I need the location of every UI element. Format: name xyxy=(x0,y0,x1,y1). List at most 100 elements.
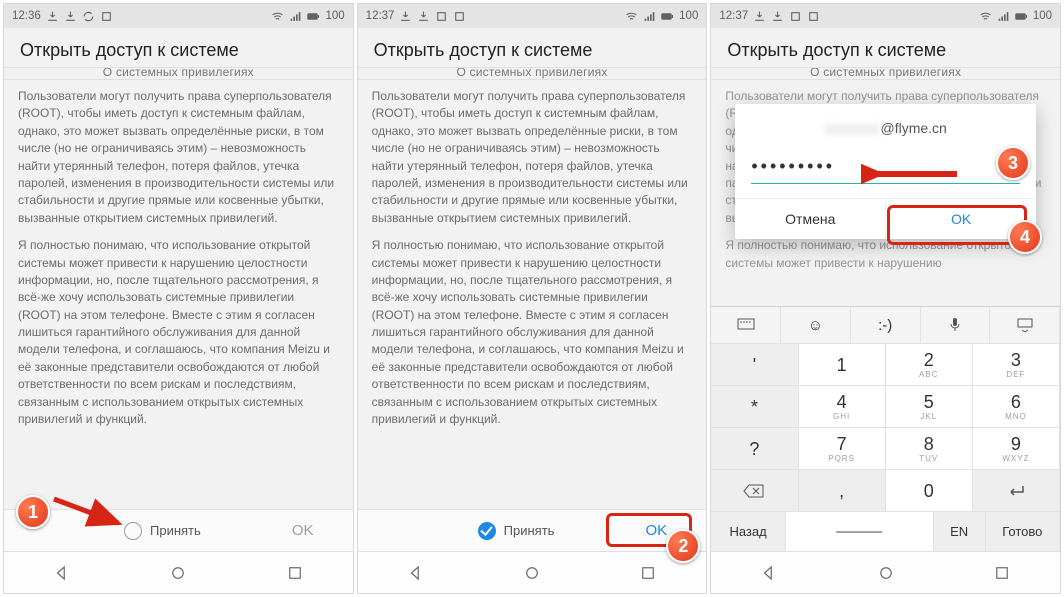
key-enter[interactable] xyxy=(973,469,1060,511)
keyboard-toolbar-emoji-icon[interactable]: ☺ xyxy=(781,307,851,343)
annotation-badge-3: 3 xyxy=(996,146,1030,180)
email-hidden-part: xxxxxxxx xyxy=(825,120,881,136)
battery-percent: 100 xyxy=(679,10,698,22)
box-icon xyxy=(789,10,802,23)
signal-icon xyxy=(643,10,656,23)
phone-screenshot-1: 12:36 100 Открыть доступ к системе О сис… xyxy=(3,3,354,594)
phone-screenshot-3: 12:37 100 Открыть доступ к системе О сис… xyxy=(710,3,1061,594)
download-icon xyxy=(46,10,59,23)
key-space[interactable]: ───── xyxy=(786,511,934,551)
keyboard-toolbar-keyboard-icon[interactable] xyxy=(711,307,781,343)
key-backspace[interactable] xyxy=(711,469,798,511)
download-icon xyxy=(771,10,784,23)
key-back-label[interactable]: Назад xyxy=(711,511,785,551)
key-6[interactable]: 6MNO xyxy=(973,385,1060,427)
box-icon xyxy=(807,10,820,23)
signal-icon xyxy=(289,10,302,23)
dialog-actions: Отмена OK xyxy=(735,198,1036,239)
key-0[interactable]: 0 xyxy=(886,469,973,511)
wifi-icon xyxy=(625,10,638,23)
key-4[interactable]: 4GHI xyxy=(799,385,886,427)
annotation-arrow-3 xyxy=(861,162,961,188)
terms-content: Пользователи могут получить права суперп… xyxy=(358,80,707,509)
ok-button[interactable]: OK xyxy=(253,522,353,539)
clock: 12:36 xyxy=(12,10,41,22)
recent-nav-icon[interactable] xyxy=(286,564,304,582)
back-nav-icon[interactable] xyxy=(760,564,778,582)
key-done[interactable]: Готово xyxy=(986,511,1060,551)
wifi-icon xyxy=(271,10,284,23)
key-1[interactable]: 1 xyxy=(799,343,886,385)
numeric-keyboard: ☺ :-) ' 1 2ABC 3DEF * 4GHI 5JKL 6MNO ? 7… xyxy=(711,306,1060,551)
download-icon xyxy=(417,10,430,23)
accept-label: Принять xyxy=(150,523,201,538)
key-3[interactable]: 3DEF xyxy=(973,343,1060,385)
annotation-arrow-1 xyxy=(50,493,130,531)
signal-icon xyxy=(997,10,1010,23)
clock: 12:37 xyxy=(366,10,395,22)
page-title: Открыть доступ к системе xyxy=(711,28,1060,68)
keyboard-toolbar-mic-icon[interactable] xyxy=(921,307,991,343)
account-email: xxxxxxxx@flyme.cn xyxy=(735,118,1036,146)
key-asterisk[interactable]: * xyxy=(711,385,798,427)
download-icon xyxy=(399,10,412,23)
key-apostrophe[interactable]: ' xyxy=(711,343,798,385)
sync-icon xyxy=(82,10,95,23)
key-5[interactable]: 5JKL xyxy=(886,385,973,427)
download-icon xyxy=(753,10,766,23)
dialog-cancel-button[interactable]: Отмена xyxy=(735,199,886,239)
terms-paragraph-2: Я полностью понимаю, что использование о… xyxy=(372,237,693,428)
keyboard-toolbar: ☺ :-) xyxy=(711,307,1060,343)
key-lang[interactable]: EN xyxy=(934,511,986,551)
battery-icon xyxy=(1015,10,1028,23)
keyboard-toolbar-hide-icon[interactable] xyxy=(990,307,1060,343)
recent-nav-icon[interactable] xyxy=(639,564,657,582)
battery-percent: 100 xyxy=(325,10,344,22)
battery-icon xyxy=(661,10,674,23)
key-9[interactable]: 9WXYZ xyxy=(973,427,1060,469)
terms-content: Пользователи могут получить права суперп… xyxy=(4,80,353,509)
download-icon xyxy=(64,10,77,23)
navigation-bar xyxy=(711,551,1060,593)
keyboard-bottom-row: Назад ───── EN Готово xyxy=(711,511,1060,551)
key-comma[interactable]: , xyxy=(799,469,886,511)
recent-nav-icon[interactable] xyxy=(993,564,1011,582)
back-nav-icon[interactable] xyxy=(53,564,71,582)
phone-screenshot-2: 12:37 100 Открыть доступ к системе О сис… xyxy=(357,3,708,594)
keyboard-toolbar-smiley[interactable]: :-) xyxy=(851,307,921,343)
box-icon xyxy=(453,10,466,23)
clock: 12:37 xyxy=(719,10,748,22)
key-8[interactable]: 8TUV xyxy=(886,427,973,469)
keyboard-grid: ' 1 2ABC 3DEF * 4GHI 5JKL 6MNO ? 7PQRS 8… xyxy=(711,343,1060,511)
terms-paragraph-1: Пользователи могут получить права суперп… xyxy=(372,88,693,227)
accept-label: Принять xyxy=(504,523,555,538)
section-header-cut: О системных привилегиях xyxy=(4,68,353,80)
key-2[interactable]: 2ABC xyxy=(886,343,973,385)
status-bar: 12:37 100 xyxy=(711,4,1060,28)
wifi-icon xyxy=(979,10,992,23)
home-nav-icon[interactable] xyxy=(523,564,541,582)
navigation-bar xyxy=(358,551,707,593)
battery-icon xyxy=(307,10,320,23)
action-bar: Принять OK xyxy=(358,509,707,551)
navigation-bar xyxy=(4,551,353,593)
terms-paragraph-2-short: Я полностью понимаю, что использование о… xyxy=(725,237,1046,272)
status-bar: 12:36 100 xyxy=(4,4,353,28)
section-header-cut: О системных привилегиях xyxy=(358,68,707,80)
page-title: Открыть доступ к системе xyxy=(358,28,707,68)
battery-percent: 100 xyxy=(1033,10,1052,22)
key-7[interactable]: 7PQRS xyxy=(799,427,886,469)
home-nav-icon[interactable] xyxy=(877,564,895,582)
annotation-badge-1: 1 xyxy=(16,495,50,529)
annotation-badge-4: 4 xyxy=(1008,220,1042,254)
status-bar: 12:37 100 xyxy=(358,4,707,28)
email-suffix: @flyme.cn xyxy=(881,120,947,136)
home-nav-icon[interactable] xyxy=(169,564,187,582)
back-nav-icon[interactable] xyxy=(407,564,425,582)
terms-paragraph-2: Я полностью понимаю, что использование о… xyxy=(18,237,339,428)
box-icon xyxy=(435,10,448,23)
key-question[interactable]: ? xyxy=(711,427,798,469)
page-title: Открыть доступ к системе xyxy=(4,28,353,68)
terms-paragraph-1: Пользователи могут получить права суперп… xyxy=(18,88,339,227)
accept-checkbox[interactable] xyxy=(478,522,496,540)
